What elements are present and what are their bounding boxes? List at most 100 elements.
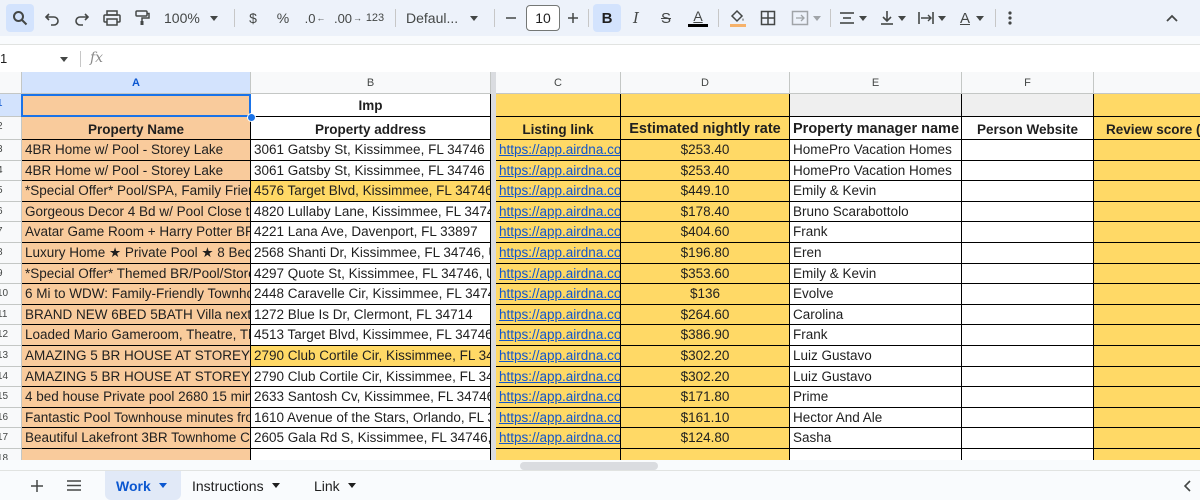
row-header[interactable]: 11 xyxy=(0,304,22,326)
table-cell[interactable] xyxy=(962,304,1094,326)
sheet-tab-work[interactable]: Work xyxy=(105,471,181,500)
table-cell[interactable] xyxy=(962,449,1094,460)
nightly-rate-cell[interactable]: $386.90 xyxy=(621,325,790,346)
increase-decimal-button[interactable]: .00 → xyxy=(332,4,364,32)
header-cell[interactable] xyxy=(621,94,790,117)
table-cell[interactable]: Frank xyxy=(790,325,962,346)
row-header[interactable]: 10 xyxy=(0,284,22,305)
nightly-rate-cell[interactable]: $136 xyxy=(621,284,790,305)
nightly-rate-cell[interactable]: $196.80 xyxy=(621,243,790,264)
table-cell[interactable]: Fantastic Pool Townhouse minutes from xyxy=(22,407,251,429)
table-cell[interactable]: Loaded Mario Gameroom, Theatre, The xyxy=(22,325,251,346)
more-formats-button[interactable]: 123 xyxy=(362,4,388,32)
listing-link[interactable]: https://app.airdna.co/ xyxy=(496,407,621,429)
listing-link[interactable] xyxy=(496,449,621,460)
table-cell[interactable] xyxy=(962,263,1094,285)
column-header-b[interactable]: B xyxy=(251,72,491,94)
text-rotation-button[interactable]: A xyxy=(953,4,991,32)
horizontal-align-button[interactable] xyxy=(835,4,871,32)
listing-link[interactable]: https://app.airdna.co/ xyxy=(496,222,621,243)
header-cell[interactable] xyxy=(496,94,621,117)
row-header[interactable]: 2 xyxy=(0,117,22,140)
table-cell[interactable]: BRAND NEW 6BED 5BATH Villa next to xyxy=(22,304,251,326)
row-header[interactable]: 15 xyxy=(0,387,22,408)
row-header[interactable]: 14 xyxy=(0,366,22,388)
table-cell[interactable] xyxy=(962,366,1094,388)
table-cell[interactable]: *Special Offer* Themed BR/Pool/Storey xyxy=(22,263,251,285)
table-cell[interactable]: Sasha xyxy=(790,428,962,449)
column-header-a[interactable]: A xyxy=(22,72,251,94)
listing-link[interactable]: https://app.airdna.co/ xyxy=(496,181,621,202)
table-cell[interactable]: Avatar Game Room + Harry Potter BR w xyxy=(22,222,251,243)
fill-handle[interactable] xyxy=(247,113,256,122)
row-header[interactable]: 8 xyxy=(0,243,22,264)
header-cell[interactable] xyxy=(962,94,1094,117)
formula-input[interactable] xyxy=(112,47,1192,71)
table-cell[interactable] xyxy=(1094,140,1200,161)
table-cell[interactable]: Emily & Kevin xyxy=(790,263,962,285)
bold-button[interactable]: B xyxy=(593,4,621,32)
table-cell[interactable] xyxy=(1094,160,1200,182)
table-cell[interactable]: Luxury Home ★ Private Pool ★ 8 Bed / xyxy=(22,243,251,264)
table-cell[interactable]: 2568 Shanti Dr, Kissimmee, FL 34746, Un xyxy=(251,243,491,264)
table-cell[interactable] xyxy=(1094,243,1200,264)
nightly-rate-cell[interactable]: $264.60 xyxy=(621,304,790,326)
listing-link[interactable]: https://app.airdna.co/ xyxy=(496,160,621,182)
listing-link[interactable]: https://app.airdna.co/ xyxy=(496,428,621,449)
listing-link[interactable]: https://app.airdna.co/ xyxy=(496,366,621,388)
table-cell[interactable]: Gorgeous Decor 4 Bd w/ Pool Close to xyxy=(22,201,251,223)
table-cell[interactable]: HomePro Vacation Homes xyxy=(790,140,962,161)
table-cell[interactable]: 4820 Lullaby Lane, Kissimmee, FL 34746 xyxy=(251,201,491,223)
table-cell[interactable] xyxy=(962,428,1094,449)
table-cell[interactable]: 4 bed house Private pool 2680 15 min f xyxy=(22,387,251,408)
nightly-rate-cell[interactable]: $161.10 xyxy=(621,407,790,429)
table-cell[interactable]: 1272 Blue Is Dr, Clermont, FL 34714 xyxy=(251,304,491,326)
table-cell[interactable]: 2790 Club Cortile Cir, Kissimmee, FL 347 xyxy=(251,346,491,367)
collapse-toolbar-button[interactable] xyxy=(1158,4,1186,32)
table-cell[interactable]: 4BR Home w/ Pool - Storey Lake xyxy=(22,160,251,182)
sheet-tab-link[interactable]: Link xyxy=(314,471,374,500)
nightly-rate-cell[interactable]: $253.40 xyxy=(621,160,790,182)
italic-button[interactable]: I xyxy=(623,4,649,32)
row-header[interactable]: 6 xyxy=(0,201,22,223)
nightly-rate-cell[interactable]: $302.20 xyxy=(621,346,790,367)
column-header-d[interactable]: D xyxy=(621,72,790,94)
table-cell[interactable]: 2448 Caravelle Cir, Kissimmee, FL 34746 xyxy=(251,284,491,305)
table-cell[interactable] xyxy=(962,407,1094,429)
column-header-g[interactable] xyxy=(1094,72,1200,94)
table-cell[interactable]: 1610 Avenue of the Stars, Orlando, FL 32 xyxy=(251,407,491,429)
nightly-rate-cell[interactable]: $353.60 xyxy=(621,263,790,285)
spreadsheet-grid[interactable]: ABCDEF123456789101112131415161718ImpProp… xyxy=(0,72,1200,460)
table-cell[interactable] xyxy=(1094,201,1200,223)
vertical-align-button[interactable] xyxy=(875,4,911,32)
table-cell[interactable]: *Special Offer* Pool/SPA, Family Friend xyxy=(22,181,251,202)
table-cell[interactable] xyxy=(962,387,1094,408)
row-header[interactable]: 1 xyxy=(0,94,22,117)
row-header[interactable]: 5 xyxy=(0,181,22,202)
row-header[interactable]: 12 xyxy=(0,325,22,346)
print-button[interactable] xyxy=(98,4,126,32)
nightly-rate-cell[interactable]: $404.60 xyxy=(621,222,790,243)
horizontal-scrollbar[interactable] xyxy=(520,462,658,470)
header-cell[interactable] xyxy=(1094,94,1200,117)
table-cell[interactable]: Bruno Scarabottolo xyxy=(790,201,962,223)
row-header[interactable]: 17 xyxy=(0,428,22,449)
nightly-rate-cell[interactable]: $449.10 xyxy=(621,181,790,202)
table-cell[interactable]: 2790 Club Cortile Cir, Kissimmee, FL 347 xyxy=(251,366,491,388)
nightly-rate-cell[interactable]: $171.80 xyxy=(621,387,790,408)
nightly-rate-cell[interactable] xyxy=(621,449,790,460)
table-cell[interactable]: 4297 Quote St, Kissimmee, FL 34746, Un xyxy=(251,263,491,285)
column-header-e[interactable]: E xyxy=(790,72,962,94)
fill-color-button[interactable] xyxy=(724,4,752,32)
nightly-rate-cell[interactable]: $253.40 xyxy=(621,140,790,161)
table-cell[interactable] xyxy=(1094,366,1200,388)
table-cell[interactable] xyxy=(962,243,1094,264)
header-cell[interactable] xyxy=(790,94,962,117)
merge-cells-button[interactable] xyxy=(786,4,826,32)
column-title-cell[interactable]: Listing link xyxy=(496,117,621,140)
listing-link[interactable]: https://app.airdna.co/ xyxy=(496,243,621,264)
listing-link[interactable]: https://app.airdna.co/ xyxy=(496,325,621,346)
table-cell[interactable]: Luiz Gustavo xyxy=(790,346,962,367)
table-cell[interactable]: 2633 Santosh Cv, Kissimmee, FL 34746 xyxy=(251,387,491,408)
nightly-rate-cell[interactable]: $124.80 xyxy=(621,428,790,449)
